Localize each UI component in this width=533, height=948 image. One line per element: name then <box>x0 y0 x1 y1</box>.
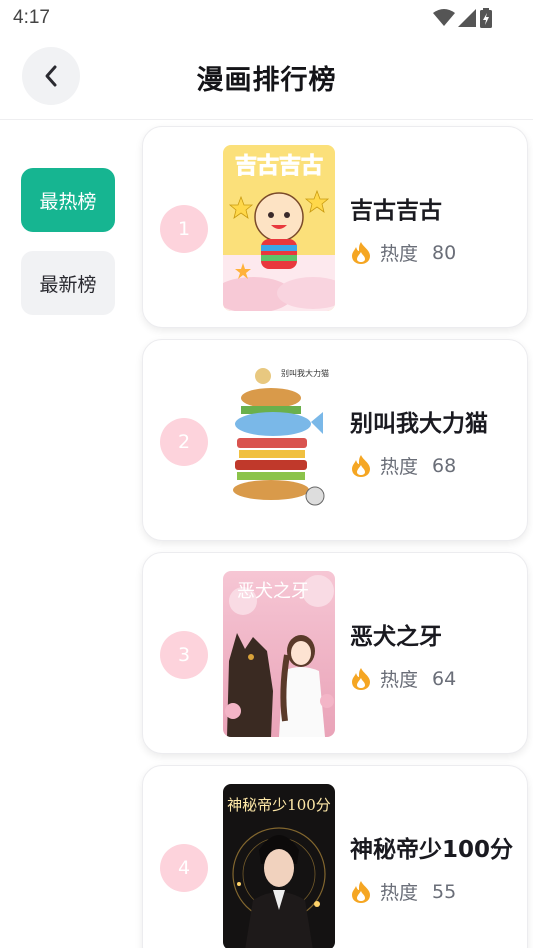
wifi-icon <box>433 9 455 26</box>
status-time: 4:17 <box>13 7 50 28</box>
tab-hottest[interactable]: 最热榜 <box>21 168 115 232</box>
heat-row: 热度 80 <box>350 239 456 266</box>
rank-badge: 3 <box>160 631 208 679</box>
comic-cover[interactable]: 别叫我大力猫 <box>223 358 335 524</box>
heat-value: 68 <box>432 454 457 477</box>
heat-value: 55 <box>432 880 457 903</box>
comic-cover[interactable]: 吉古吉古 <box>223 145 335 311</box>
flame-icon <box>352 241 370 264</box>
flame-icon <box>352 880 370 903</box>
cover-title-text: 别叫我大力猫 <box>281 368 329 378</box>
rank-badge: 4 <box>160 844 208 892</box>
heat-label: 热度 <box>380 243 419 265</box>
comic-title: 别叫我大力猫 <box>350 411 488 437</box>
heat-row: 热度 68 <box>350 452 456 479</box>
cover-title-text: 吉古吉古 <box>235 153 323 179</box>
comic-cover[interactable]: 恶犬之牙 <box>223 571 335 737</box>
tab-newest[interactable]: 最新榜 <box>21 251 115 315</box>
heat-value: 64 <box>432 667 457 690</box>
comic-title: 神秘帝少100分 <box>350 837 514 863</box>
comic-card[interactable]: 4 神秘帝少100分 神秘帝少100分 热度 55 <box>142 765 528 948</box>
app-header: 漫画排行榜 <box>0 36 533 120</box>
heat-row: 热度 64 <box>350 665 456 692</box>
heat-label: 热度 <box>380 456 419 478</box>
heat-row: 热度 55 <box>350 878 456 905</box>
cover-title-text: 神秘帝少100分 <box>227 796 331 814</box>
cover-title-text: 恶犬之牙 <box>237 581 309 602</box>
heat-label: 热度 <box>380 882 419 904</box>
comic-card[interactable]: 3 恶犬之牙 恶犬之牙 热度 64 <box>142 552 528 754</box>
rank-badge: 1 <box>160 205 208 253</box>
flame-icon <box>352 454 370 477</box>
comic-card[interactable]: 2 别叫我大力猫 别叫我大力猫 热度 68 <box>142 339 528 541</box>
comic-card[interactable]: 1 吉古吉古 吉古吉古 热度 80 <box>142 126 528 328</box>
signal-icon <box>458 9 476 27</box>
flame-icon <box>352 667 370 690</box>
status-bar: 4:17 <box>0 0 533 36</box>
comic-cover[interactable]: 神秘帝少100分 <box>223 784 335 948</box>
comic-title: 吉古吉古 <box>350 198 442 224</box>
comic-title: 恶犬之牙 <box>350 624 442 650</box>
battery-icon <box>480 8 492 28</box>
status-icons <box>433 8 493 28</box>
heat-value: 80 <box>432 241 457 264</box>
rank-badge: 2 <box>160 418 208 466</box>
page-title: 漫画排行榜 <box>196 65 337 96</box>
heat-label: 热度 <box>380 669 419 691</box>
